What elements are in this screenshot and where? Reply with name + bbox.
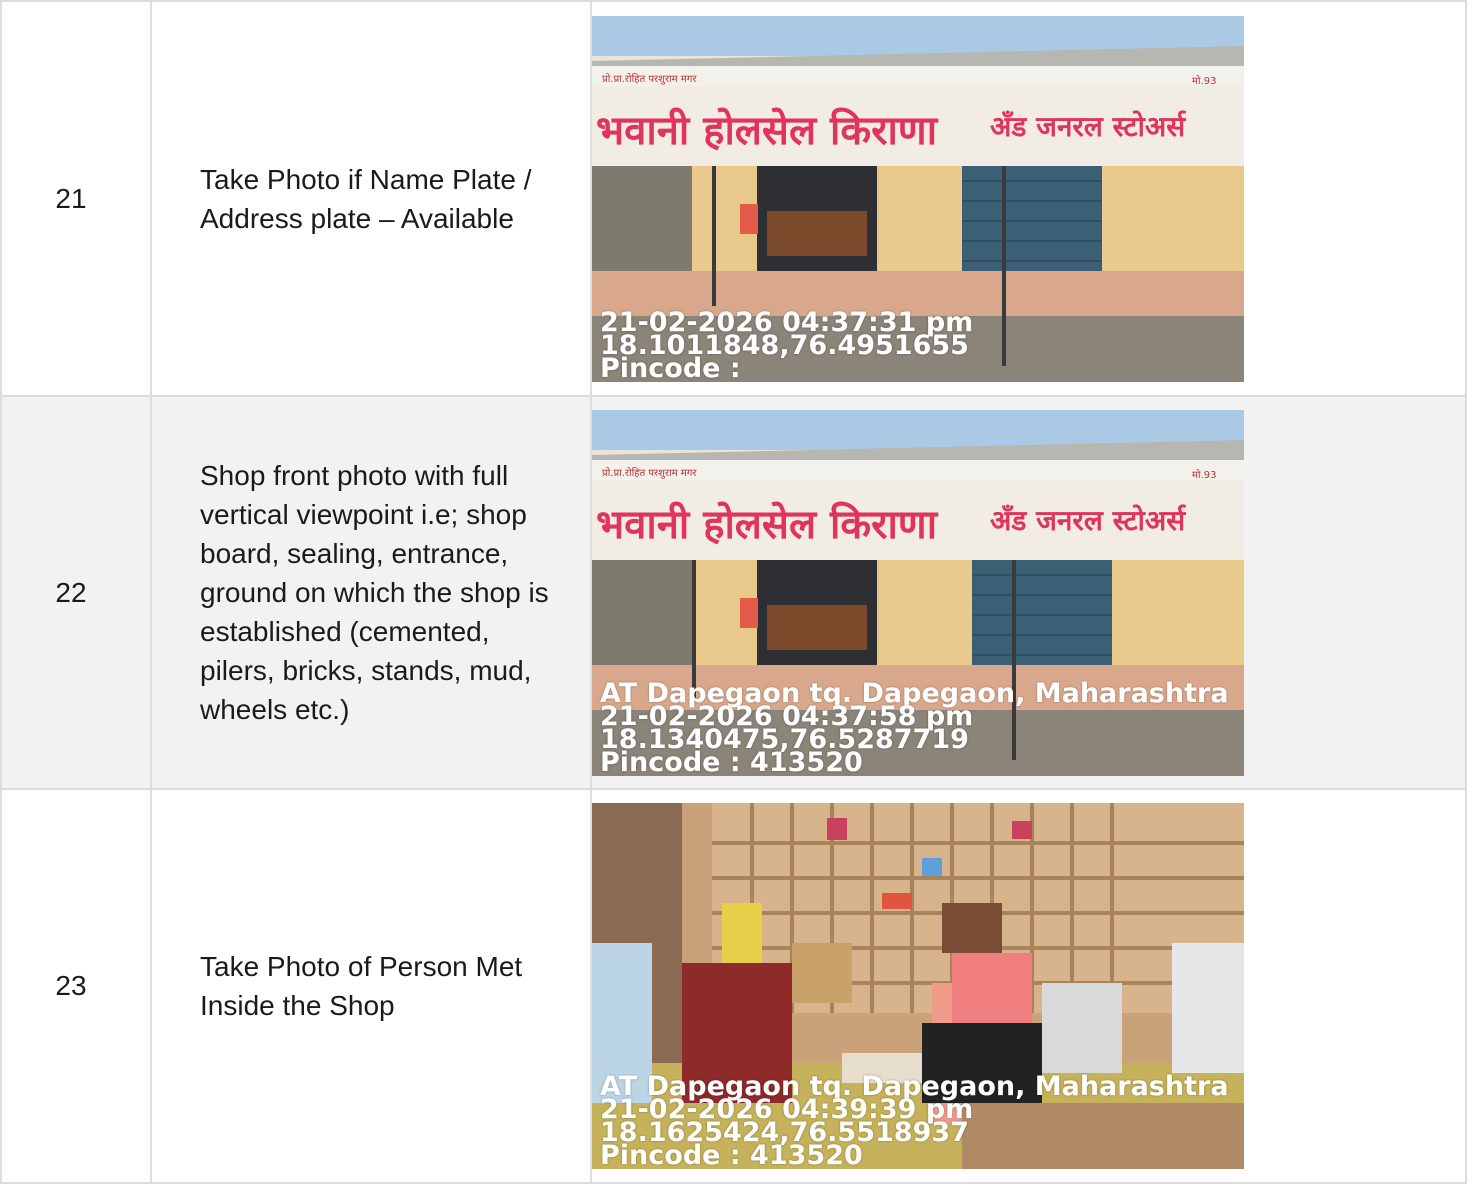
checklist-table: 21 Take Photo if Name Plate / Address pl…: [0, 0, 1467, 1184]
row-photo-cell: प्रो.प्रा.रोहित परशुराम मगर भवानी होलसेल…: [590, 395, 1467, 790]
sign-phone-text: मो.93: [1192, 469, 1216, 481]
shop-front-photo[interactable]: प्रो.प्रा.रोहित परशुराम मगर भवानी होलसेल…: [592, 15, 1244, 382]
row-description-cell: Take Photo if Name Plate / Address plate…: [150, 0, 592, 397]
photo-geotag-stamp: AT Dapegaon tq. Dapegaon, Maharashtra 21…: [600, 680, 1229, 776]
table-row: 21 Take Photo if Name Plate / Address pl…: [0, 0, 1467, 397]
row-description: Take Photo of Person Met Inside the Shop: [200, 951, 523, 1021]
sign-main-text: भवानी होलसेल किराणा: [596, 107, 939, 154]
row-number: 22: [55, 576, 87, 608]
row-description: Shop front photo with full vertical view…: [200, 460, 549, 725]
row-number-cell: 21: [0, 0, 152, 397]
row-number: 23: [55, 970, 87, 1001]
table-row: 22 Shop front photo with full vertical v…: [0, 395, 1467, 790]
row-number: 21: [55, 182, 87, 214]
shop-front-photo[interactable]: प्रो.प्रा.रोहित परशुराम मगर भवानी होलसेल…: [592, 409, 1244, 776]
table-row: 23 Take Photo of Person Met Inside the S…: [0, 788, 1467, 1184]
sign-owner-text: प्रो.प्रा.रोहित परशुराम मगर: [602, 467, 697, 479]
row-description-cell: Take Photo of Person Met Inside the Shop: [150, 788, 592, 1184]
row-number-cell: 22: [0, 395, 152, 790]
sign-sub-text: अँड जनरल स्टोअर्स: [990, 504, 1186, 537]
shop-interior-photo[interactable]: AT Dapegaon tq. Dapegaon, Maharashtra 21…: [592, 803, 1244, 1169]
photo-geotag-stamp: AT Dapegaon tq. Dapegaon, Maharashtra 21…: [600, 1073, 1229, 1169]
row-description-cell: Shop front photo with full vertical view…: [150, 395, 592, 790]
sign-main-text: भवानी होलसेल किराणा: [596, 501, 939, 548]
row-number-cell: 23: [0, 788, 152, 1184]
row-description: Take Photo if Name Plate / Address plate…: [200, 163, 532, 234]
sign-phone-text: मो.93: [1192, 75, 1216, 87]
row-photo-cell: प्रो.प्रा.रोहित परशुराम मगर भवानी होलसेल…: [590, 0, 1467, 397]
sign-sub-text: अँड जनरल स्टोअर्स: [990, 110, 1186, 143]
photo-geotag-stamp: 21-02-2026 04:37:31 pm 18.1011848,76.495…: [600, 309, 973, 382]
row-photo-cell: AT Dapegaon tq. Dapegaon, Maharashtra 21…: [590, 788, 1467, 1184]
sign-owner-text: प्रो.प्रा.रोहित परशुराम मगर: [602, 73, 697, 85]
